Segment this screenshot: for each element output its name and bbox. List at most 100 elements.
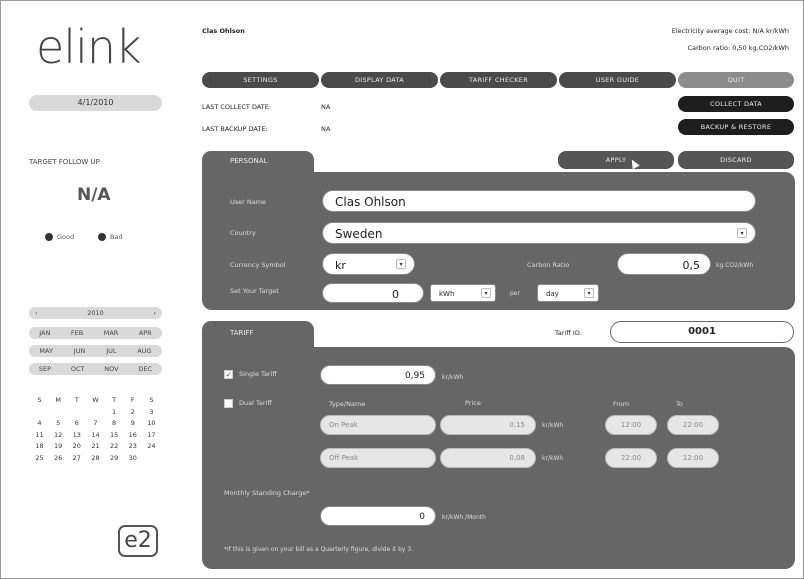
month-oct[interactable]: OCT — [71, 363, 85, 375]
calendar-day[interactable]: 24 — [145, 443, 158, 450]
single-tariff-input[interactable]: 0,95 — [320, 365, 436, 385]
period-select[interactable]: day ▾ — [537, 284, 599, 302]
currency-select[interactable]: kr ▾ — [322, 253, 415, 275]
standing-charge-unit: kr/kWh /Month — [442, 514, 486, 521]
legend-good: Good — [57, 233, 75, 241]
calendar-day[interactable]: 10 — [145, 420, 158, 427]
calendar-day[interactable]: 23 — [126, 443, 139, 450]
on-peak-name-input[interactable]: On Peak — [320, 415, 436, 435]
nav-quit[interactable]: QUIT — [678, 72, 794, 88]
month-nov[interactable]: NOV — [104, 363, 118, 375]
calendar-day[interactable]: 4 — [33, 420, 46, 427]
calendar-day[interactable]: 28 — [89, 454, 102, 462]
tariff-id-input[interactable]: 0001 — [610, 321, 794, 343]
calendar-day[interactable]: 25 — [33, 454, 46, 462]
calendar-day[interactable]: 16 — [126, 431, 139, 439]
month-jun[interactable]: JUN — [74, 345, 86, 357]
month-feb[interactable]: FEB — [71, 327, 83, 339]
month-sep[interactable]: SEP — [39, 363, 51, 375]
off-peak-unit: kr/kWh — [542, 455, 564, 462]
weekday-label: T — [74, 396, 79, 404]
month-mar[interactable]: MAR — [104, 327, 119, 339]
calendar-day[interactable]: 3 — [145, 408, 158, 416]
month-row: JAN FEB MAR APR — [29, 327, 162, 339]
chevron-down-icon: ▾ — [396, 259, 406, 269]
carbon-ratio-input[interactable]: 0,5 — [617, 253, 711, 275]
month-apr[interactable]: APR — [139, 327, 152, 339]
off-peak-from-input[interactable]: 22:00 — [605, 448, 657, 468]
collect-data-button[interactable]: COLLECT DATA — [678, 96, 794, 112]
calendar-day[interactable]: 8 — [108, 420, 121, 427]
calendar-day[interactable]: 27 — [70, 454, 83, 462]
calendar-day[interactable]: 1 — [108, 408, 121, 416]
calendar-day[interactable]: 6 — [70, 420, 83, 427]
user-name-input[interactable]: Clas Ohlson — [322, 190, 756, 212]
on-peak-price-input[interactable]: 0,15 — [440, 415, 536, 435]
off-peak-to-input[interactable]: 12:00 — [667, 448, 719, 468]
prev-year-icon[interactable]: ‹ — [35, 307, 38, 319]
off-peak-price-input[interactable]: 0,08 — [440, 448, 536, 468]
apply-button[interactable]: APPLY — [558, 151, 674, 169]
target-input[interactable]: 0 — [322, 283, 424, 303]
weekday-label: S — [149, 396, 154, 404]
dual-tariff-checkbox[interactable] — [224, 399, 233, 408]
col-price-header: Price — [465, 399, 481, 407]
calendar-day[interactable]: 30 — [126, 454, 139, 462]
nav-tariff-checker[interactable]: TARIFF CHECKER — [440, 72, 557, 88]
backup-restore-button[interactable]: BACKUP & RESTORE — [678, 119, 794, 135]
nav-user-guide[interactable]: USER GUIDE — [559, 72, 676, 88]
per-label: per — [510, 290, 520, 297]
tariff-panel: ✓ Single Tariff 0,95 kr/kWh Dual Tariff … — [202, 347, 795, 569]
nav-settings[interactable]: SETTINGS — [202, 72, 319, 88]
calendar-day[interactable]: 20 — [70, 443, 83, 450]
elink-logo: elink — [36, 20, 142, 74]
on-peak-to-input[interactable]: 22:00 — [667, 415, 719, 435]
calendar-day[interactable]: 5 — [52, 420, 65, 427]
month-grid: JAN FEB MAR APR MAY JUN JUL AUG SEP OCT … — [29, 327, 162, 375]
calendar-day[interactable]: 29 — [108, 454, 121, 462]
country-select[interactable]: Sweden ▾ — [322, 222, 756, 244]
standing-charge-input[interactable]: 0 — [320, 506, 436, 526]
day-grid: S M T W T F S 1 2 3 4 5 6 7 8 9 10 11 12 13 14 15 16 17 18 19 20 21… — [29, 397, 162, 466]
month-jan[interactable]: JAN — [39, 327, 50, 339]
calendar-day[interactable]: 19 — [52, 443, 65, 450]
calendar-day[interactable]: 9 — [126, 420, 139, 427]
month-dec[interactable]: DEC — [138, 363, 152, 375]
calendar-day[interactable]: 11 — [33, 431, 46, 439]
single-tariff-checkbox[interactable]: ✓ — [224, 370, 233, 379]
on-peak-from-input[interactable]: 12:00 — [605, 415, 657, 435]
last-collect-value: NA — [321, 103, 331, 111]
on-peak-unit: kr/kWh — [542, 422, 564, 429]
week-row: 4 5 6 7 8 9 10 — [29, 420, 162, 427]
calendar-day — [52, 409, 65, 416]
tab-tariff[interactable]: TARIFF — [202, 321, 314, 349]
weekday-label: W — [92, 396, 99, 404]
target-unit-select[interactable]: kWh ▾ — [430, 284, 496, 302]
calendar-day[interactable]: 18 — [33, 443, 46, 450]
period-value: day — [546, 290, 559, 298]
calendar-day[interactable]: 7 — [89, 420, 102, 427]
off-peak-name-input[interactable]: Off Peak — [320, 448, 436, 468]
month-may[interactable]: MAY — [39, 345, 53, 357]
month-aug[interactable]: AUG — [137, 345, 151, 357]
calendar-day[interactable]: 13 — [70, 431, 83, 439]
weekday-row: SMTWTFS — [29, 397, 162, 404]
calendar-day[interactable]: 21 — [89, 443, 102, 450]
month-jul[interactable]: JUL — [106, 345, 116, 357]
tab-personal[interactable]: PERSONAL — [202, 151, 314, 173]
calendar-day[interactable]: 2 — [126, 408, 139, 416]
calendar-day[interactable]: 22 — [108, 443, 121, 450]
discard-button[interactable]: DISCARD — [678, 151, 794, 169]
calendar-day[interactable]: 26 — [52, 454, 65, 462]
good-dot-icon — [45, 233, 53, 241]
calendar-day[interactable]: 15 — [108, 431, 121, 439]
next-year-icon[interactable]: › — [153, 307, 156, 319]
nav-display-data[interactable]: DISPLAY DATA — [321, 72, 438, 88]
calendar-day[interactable]: 12 — [52, 431, 65, 439]
calendar-day[interactable]: 17 — [145, 431, 158, 439]
legend-bad: Bad — [110, 233, 123, 241]
calendar-year-bar: ‹ 2010 › — [29, 307, 162, 319]
calendar-day[interactable]: 14 — [89, 431, 102, 439]
month-row: MAY JUN JUL AUG — [29, 345, 162, 357]
last-backup-label: LAST BACKUP DATE: — [202, 125, 268, 133]
